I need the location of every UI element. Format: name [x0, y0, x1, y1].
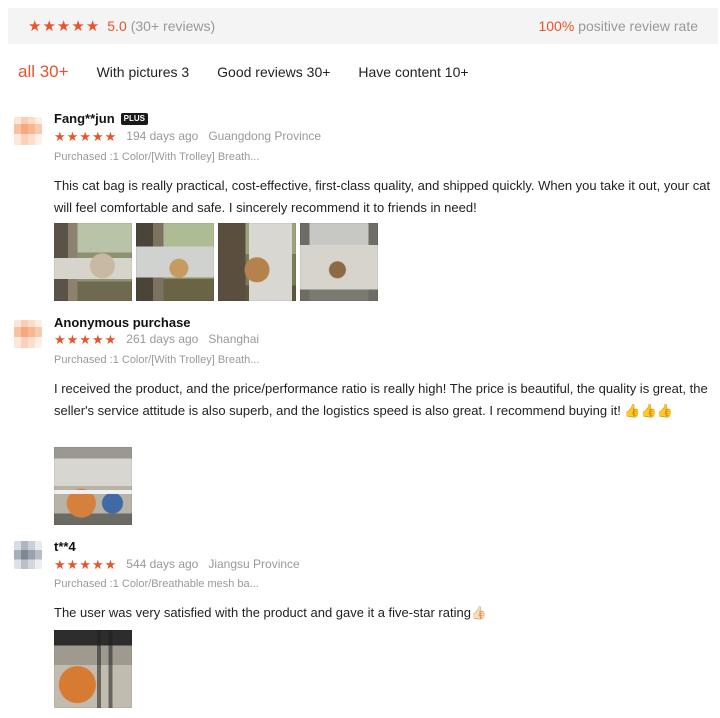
positive-rate: 100% positive review rate: [538, 18, 698, 34]
star-icon: ★: [104, 556, 117, 572]
tab-good-reviews[interactable]: Good reviews 30+: [217, 64, 330, 80]
star-icon: ★: [66, 128, 79, 144]
review-location: Guangdong Province: [208, 129, 322, 143]
star-icon: ★: [85, 17, 100, 35]
reviewer-name-text: Anonymous purchase: [54, 315, 191, 330]
purchased-sku: Purchased :1 Color/[With Trolley] Breath…: [54, 354, 260, 366]
star-icon: ★: [42, 17, 56, 35]
star-icon: ★: [54, 556, 66, 572]
reviewer-name: Anonymous purchase: [54, 315, 191, 330]
review-stars: ★ ★ ★ ★ ★: [54, 558, 116, 571]
star-icon: ★: [71, 17, 85, 35]
star-icon: ★: [79, 556, 91, 572]
star-icon: ★: [91, 128, 104, 144]
review-content: This cat bag is really practical, cost-e…: [54, 178, 711, 215]
review-photo[interactable]: [218, 223, 296, 301]
review-time: 261 days ago: [126, 332, 199, 346]
star-icon: ★: [104, 331, 117, 347]
star-icon: ★: [79, 128, 91, 144]
review-meta: ★ ★ ★ ★ ★ 261 days ago Shanghai: [54, 332, 259, 346]
review-photo[interactable]: [54, 223, 132, 301]
review-photos: [54, 630, 132, 708]
rating-summary-bar: ★ ★ ★ ★ ★ 5.0 (30+ reviews) 100% positiv…: [8, 8, 718, 44]
positive-rate-value: 100%: [538, 18, 575, 34]
positive-rate-label: positive review rate: [578, 18, 698, 34]
star-icon: ★: [28, 17, 42, 35]
review-meta: ★ ★ ★ ★ ★ 194 days ago Guangdong Provinc…: [54, 129, 321, 143]
review-photo[interactable]: [300, 223, 378, 301]
avatar: [14, 320, 42, 348]
review-stars: ★ ★ ★ ★ ★: [54, 333, 116, 346]
star-icon: ★: [79, 331, 91, 347]
star-icon: ★: [91, 556, 104, 572]
review-location: Jiangsu Province: [208, 557, 300, 571]
reviewer-name: Fang**jun PLUS: [54, 111, 149, 126]
review-photo[interactable]: [54, 630, 132, 708]
avatar: [14, 117, 42, 145]
review-photos: [54, 223, 378, 301]
reviewer-name: t**4: [54, 539, 76, 554]
review-filter-tabs: all 30+ With pictures 3 Good reviews 30+…: [18, 62, 497, 82]
summary-stars: ★ ★ ★ ★ ★: [28, 19, 99, 34]
review-time: 194 days ago: [126, 129, 199, 143]
star-icon: ★: [54, 331, 66, 347]
avatar: [14, 541, 42, 569]
review-meta: ★ ★ ★ ★ ★ 544 days ago Jiangsu Province: [54, 557, 300, 571]
review-time: 544 days ago: [126, 557, 199, 571]
review-stars: ★ ★ ★ ★ ★: [54, 130, 116, 143]
reviewer-name-text: Fang**jun: [54, 111, 115, 126]
purchased-sku: Purchased :1 Color/[With Trolley] Breath…: [54, 151, 260, 163]
star-icon: ★: [54, 128, 66, 144]
star-icon: ★: [56, 17, 71, 35]
reviewer-name-text: t**4: [54, 539, 76, 554]
rating-score: 5.0: [107, 18, 127, 34]
purchased-sku: Purchased :1 Color/Breathable mesh ba...: [54, 578, 259, 590]
plus-member-badge: PLUS: [120, 112, 149, 125]
review-location: Shanghai: [208, 332, 260, 346]
review-content: The user was very satisfied with the pro…: [54, 605, 488, 620]
review-photo[interactable]: [54, 447, 132, 525]
tab-have-content[interactable]: Have content 10+: [358, 64, 468, 80]
tab-with-pictures[interactable]: With pictures 3: [97, 64, 190, 80]
star-icon: ★: [91, 331, 104, 347]
star-icon: ★: [66, 331, 79, 347]
star-icon: ★: [104, 128, 117, 144]
review-photos: [54, 447, 132, 525]
rating-summary: ★ ★ ★ ★ ★ 5.0 (30+ reviews): [28, 18, 215, 34]
review-photo[interactable]: [136, 223, 214, 301]
review-count: (30+ reviews): [130, 18, 216, 34]
review-content: I received the product, and the price/pe…: [54, 381, 708, 418]
tab-all[interactable]: all 30+: [18, 62, 69, 82]
star-icon: ★: [66, 556, 79, 572]
